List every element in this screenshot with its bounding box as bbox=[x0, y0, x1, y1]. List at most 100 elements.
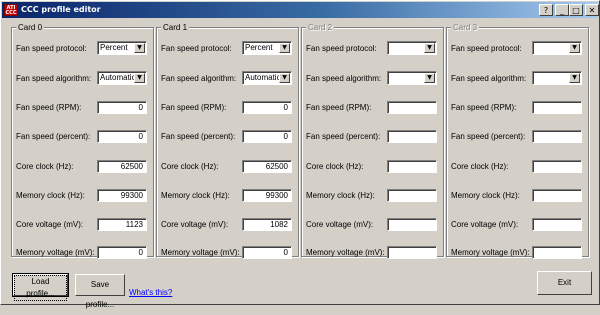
chevron-down-icon[interactable]: ▼ bbox=[424, 73, 435, 83]
maximize-button[interactable]: □ bbox=[569, 4, 583, 16]
core-voltage-input[interactable]: 1082 bbox=[242, 218, 292, 231]
profile-editor-window: ATI CCC CCC profile editor ? _ □ ✕ Card … bbox=[0, 0, 600, 309]
card-group-1: Card 1 Fan speed protocol: Fan speed algor… bbox=[156, 22, 299, 259]
memory-clock-input[interactable] bbox=[532, 189, 582, 202]
field-label: Fan speed (percent): bbox=[306, 132, 381, 141]
memory-clock-input[interactable]: 99300 bbox=[242, 189, 292, 202]
field-label: Fan speed (RPM): bbox=[161, 103, 227, 112]
card-title: Card 1 bbox=[161, 22, 190, 33]
fan-speed-protocol-value: Percent bbox=[245, 43, 273, 52]
fan-speed-algorithm-select[interactable]: Automatic ▼ bbox=[242, 71, 292, 85]
chevron-down-icon[interactable]: ▼ bbox=[569, 43, 580, 53]
field-label: Core voltage (mV): bbox=[306, 220, 374, 229]
field-label: Memory voltage (mV): bbox=[16, 248, 95, 257]
fan-percent-input[interactable] bbox=[387, 130, 437, 143]
chevron-down-icon[interactable]: ▼ bbox=[279, 43, 290, 53]
core-clock-input[interactable] bbox=[387, 160, 437, 173]
field-label: Fan speed protocol: bbox=[451, 44, 522, 53]
field-label: Fan speed (percent): bbox=[451, 132, 526, 141]
exit-button[interactable]: Exit bbox=[537, 271, 592, 295]
load-profile-button[interactable]: Load profile... bbox=[12, 273, 69, 301]
chevron-down-icon[interactable]: ▼ bbox=[569, 73, 580, 83]
field-label: Core voltage (mV): bbox=[161, 220, 229, 229]
field-label: Fan speed algorithm: bbox=[161, 74, 237, 83]
fan-speed-protocol-select[interactable]: ▼ bbox=[532, 41, 582, 55]
chevron-down-icon[interactable]: ▼ bbox=[134, 73, 145, 83]
memory-clock-input[interactable] bbox=[387, 189, 437, 202]
exit-label: Exit bbox=[557, 278, 572, 287]
core-clock-input[interactable]: 62500 bbox=[97, 160, 147, 173]
field-label: Memory clock (Hz): bbox=[16, 191, 85, 200]
field-label: Memory clock (Hz): bbox=[306, 191, 375, 200]
core-clock-input[interactable]: 62500 bbox=[242, 160, 292, 173]
fan-percent-input[interactable] bbox=[532, 130, 582, 143]
memory-voltage-input[interactable]: 0 bbox=[242, 246, 292, 259]
field-label: Memory voltage (mV): bbox=[451, 248, 530, 257]
core-clock-input[interactable] bbox=[532, 160, 582, 173]
field-label: Fan speed protocol: bbox=[16, 44, 87, 53]
help-button[interactable]: ? bbox=[539, 4, 553, 16]
fan-speed-protocol-value: Percent bbox=[100, 43, 128, 52]
minimize-icon: _ bbox=[560, 5, 564, 15]
close-icon: ✕ bbox=[588, 5, 596, 15]
fan-rpm-input[interactable]: 0 bbox=[242, 101, 292, 114]
field-label: Fan speed algorithm: bbox=[16, 74, 92, 83]
maximize-icon: □ bbox=[572, 5, 580, 15]
fan-speed-algorithm-select[interactable]: Automatic ▼ bbox=[97, 71, 147, 85]
field-label: Fan speed (RPM): bbox=[16, 103, 82, 112]
field-label: Memory voltage (mV): bbox=[306, 248, 385, 257]
memory-voltage-input[interactable] bbox=[532, 246, 582, 259]
help-icon: ? bbox=[543, 5, 549, 15]
memory-voltage-input[interactable]: 0 bbox=[97, 246, 147, 259]
field-label: Fan speed protocol: bbox=[161, 44, 232, 53]
field-label: Fan speed protocol: bbox=[306, 44, 377, 53]
fan-percent-input[interactable]: 0 bbox=[242, 130, 292, 143]
field-label: Core clock (Hz): bbox=[451, 162, 509, 171]
field-label: Core clock (Hz): bbox=[16, 162, 74, 171]
save-profile-button[interactable]: Save profile... bbox=[75, 274, 125, 309]
chevron-down-icon[interactable]: ▼ bbox=[279, 73, 290, 83]
window-title: CCC profile editor bbox=[21, 5, 101, 14]
field-label: Fan speed algorithm: bbox=[306, 74, 382, 83]
fan-rpm-input[interactable]: 0 bbox=[97, 101, 147, 114]
field-label: Core clock (Hz): bbox=[306, 162, 364, 171]
field-label: Core voltage (mV): bbox=[16, 220, 84, 229]
fan-percent-input[interactable]: 0 bbox=[97, 130, 147, 143]
card-group-3: Card 3 Fan speed protocol: Fan speed algor… bbox=[446, 22, 589, 259]
field-label: Fan speed (percent): bbox=[16, 132, 91, 141]
close-button[interactable]: ✕ bbox=[585, 4, 599, 16]
field-label: Memory clock (Hz): bbox=[451, 191, 520, 200]
load-profile-label: Load profile... bbox=[14, 275, 67, 301]
memory-voltage-input[interactable] bbox=[387, 246, 437, 259]
fan-speed-algorithm-select[interactable]: ▼ bbox=[387, 71, 437, 85]
fan-speed-protocol-select[interactable]: Percent ▼ bbox=[97, 41, 147, 55]
field-label: Memory voltage (mV): bbox=[161, 248, 240, 257]
field-label: Core clock (Hz): bbox=[161, 162, 219, 171]
chevron-down-icon[interactable]: ▼ bbox=[134, 43, 145, 53]
card-title: Card 0 bbox=[16, 22, 45, 33]
whats-this-link[interactable]: What's this? bbox=[129, 287, 172, 298]
field-label: Fan speed algorithm: bbox=[451, 74, 527, 83]
field-label: Fan speed (RPM): bbox=[451, 103, 517, 112]
fan-rpm-input[interactable] bbox=[532, 101, 582, 114]
fan-speed-protocol-select[interactable]: ▼ bbox=[387, 41, 437, 55]
fan-rpm-input[interactable] bbox=[387, 101, 437, 114]
chevron-down-icon[interactable]: ▼ bbox=[424, 43, 435, 53]
card-title: Card 3 bbox=[451, 22, 480, 33]
core-voltage-input[interactable]: 1123 bbox=[97, 218, 147, 231]
fan-speed-algorithm-select[interactable]: ▼ bbox=[532, 71, 582, 85]
card-group-0: Card 0 Fan speed protocol: Fan speed algor… bbox=[11, 22, 154, 259]
field-label: Memory clock (Hz): bbox=[161, 191, 230, 200]
field-label: Core voltage (mV): bbox=[451, 220, 519, 229]
card-group-2: Card 2 Fan speed protocol: Fan speed algor… bbox=[301, 22, 444, 259]
ati-app-icon: ATI CCC bbox=[4, 4, 18, 16]
core-voltage-input[interactable] bbox=[387, 218, 437, 231]
fan-speed-protocol-select[interactable]: Percent ▼ bbox=[242, 41, 292, 55]
minimize-button[interactable]: _ bbox=[555, 4, 569, 16]
field-label: Fan speed (RPM): bbox=[306, 103, 372, 112]
memory-clock-input[interactable]: 99300 bbox=[97, 189, 147, 202]
core-voltage-input[interactable] bbox=[532, 218, 582, 231]
title-bar[interactable]: ATI CCC CCC profile editor ? _ □ ✕ bbox=[2, 2, 599, 18]
card-title: Card 2 bbox=[306, 22, 335, 33]
fan-speed-algorithm-value: Automatic bbox=[245, 73, 279, 82]
